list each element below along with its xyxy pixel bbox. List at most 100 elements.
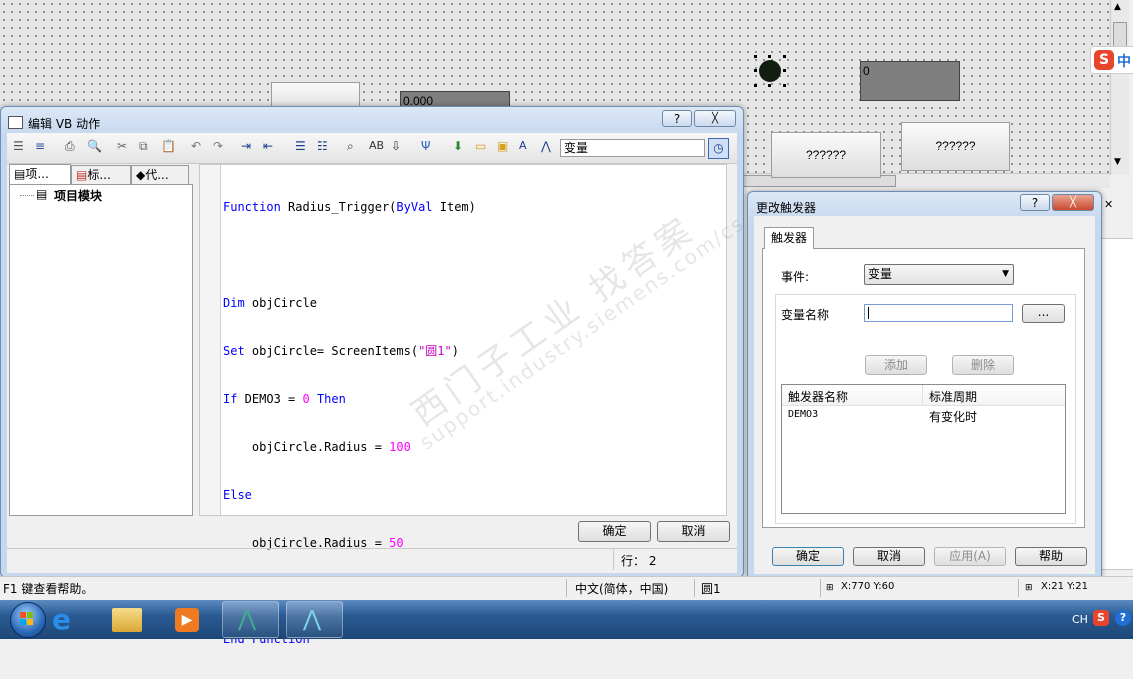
scroll-up-arrow-icon[interactable]: ▲ bbox=[1114, 2, 1121, 12]
help-button[interactable]: ? bbox=[662, 110, 692, 127]
code-editor[interactable]: Function Radius_Trigger(ByVal Item) Dim … bbox=[199, 164, 727, 646]
tag-combo[interactable]: 变量 bbox=[560, 139, 705, 157]
tab-code[interactable]: ◆代... bbox=[131, 165, 189, 184]
code-line-3: Dim objCircle bbox=[223, 296, 317, 310]
panel-close-icon[interactable]: ✕ bbox=[1104, 198, 1113, 211]
trigger-cancel-button[interactable]: 取消 bbox=[853, 547, 925, 566]
taskbar: e ▶ ⋀ ⋀ CH S ? bbox=[0, 600, 1133, 639]
status-position: X:770 Y:60 bbox=[841, 581, 895, 592]
chevron-down-icon: ▼ bbox=[1002, 269, 1009, 279]
outdent-icon[interactable]: ⇤ bbox=[263, 139, 279, 155]
taskbar-wincc-explorer[interactable]: ⋀ bbox=[222, 601, 279, 638]
replace-icon[interactable]: AB bbox=[369, 139, 385, 155]
cell-cycle: 有变化时 bbox=[929, 410, 978, 424]
wincc-icon: ⋀ bbox=[238, 607, 257, 632]
tray-sogou-icon[interactable]: S bbox=[1093, 610, 1109, 626]
col-trigger-name[interactable]: 触发器名称 bbox=[788, 388, 848, 405]
taskbar-graphics-designer[interactable]: ⋀ bbox=[286, 601, 343, 638]
app-status-bar: F1 键查看帮助。 中文(简体，中国) 圆1 ⊞ X:770 Y:60 ⊞ X:… bbox=[0, 576, 1133, 601]
tab-trigger[interactable]: 触发器 bbox=[764, 227, 814, 249]
vb-cancel-button[interactable]: 取消 bbox=[657, 521, 730, 542]
tab-project-label: 项... bbox=[25, 167, 49, 181]
var-name-label: 变量名称 bbox=[781, 308, 830, 322]
hmi-button-3[interactable]: ?????? bbox=[901, 122, 1010, 171]
indent-icon[interactable]: ⇥ bbox=[241, 139, 257, 155]
window-icon bbox=[8, 116, 23, 129]
module-tree[interactable]: ▤ 项目模块 bbox=[9, 184, 193, 516]
module-icon: ▤ bbox=[36, 187, 48, 201]
add-trigger-button[interactable]: 添加 bbox=[865, 355, 927, 375]
trigger-help-button[interactable]: ? bbox=[1020, 194, 1050, 211]
copy-icon[interactable]: ⧉ bbox=[139, 139, 155, 155]
paste-icon[interactable]: 📋 bbox=[161, 139, 177, 155]
vb-toolbar: ☰ ≡ ⎙ 🔍 ✂ ⧉ 📋 ↶ ↷ ⇥ ⇤ ☰ ☷ ⌕ AB ⇩ Ψ ⬇ ▭ ▣… bbox=[7, 133, 737, 164]
table-header: 触发器名称 标准周期 bbox=[782, 385, 1065, 406]
tray-help-icon[interactable]: ? bbox=[1115, 610, 1131, 626]
redo-icon[interactable]: ↷ bbox=[213, 139, 229, 155]
syntax-check-icon[interactable]: Ψ bbox=[421, 139, 437, 155]
export-icon[interactable]: ▣ bbox=[497, 139, 513, 155]
io-field-2[interactable]: 0 bbox=[860, 61, 960, 101]
format-icon[interactable]: ≡ bbox=[35, 139, 51, 155]
status-selected-object: 圆1 bbox=[701, 582, 721, 596]
size-icon: ⊞ bbox=[1025, 583, 1033, 593]
trigger-clock-icon[interactable]: ◷ bbox=[708, 138, 729, 159]
col-standard-cycle[interactable]: 标准周期 bbox=[929, 388, 977, 405]
font-icon[interactable]: A bbox=[519, 139, 535, 155]
close-button[interactable]: ╳ bbox=[694, 110, 736, 127]
folder-icon[interactable]: ▭ bbox=[475, 139, 491, 155]
event-label: 事件: bbox=[781, 270, 810, 284]
code-line-1: Function Radius_Trigger(ByVal Item) bbox=[223, 200, 476, 214]
browse-tag-button[interactable]: ... bbox=[1022, 304, 1065, 323]
trigger-apply-button[interactable]: 应用(A) bbox=[934, 547, 1006, 566]
tray-language[interactable]: CH bbox=[1072, 613, 1088, 626]
text-cursor bbox=[868, 307, 869, 319]
uncomment-icon[interactable]: ☷ bbox=[317, 139, 333, 155]
vb-ok-button[interactable]: 确定 bbox=[578, 521, 651, 542]
graphics-designer-icon: ⋀ bbox=[303, 607, 322, 632]
import-icon[interactable]: ⬇ bbox=[453, 139, 469, 155]
internet-explorer-icon[interactable]: e bbox=[52, 605, 82, 635]
scroll-down-arrow-icon[interactable]: ▼ bbox=[1114, 157, 1121, 167]
explorer-folder-icon[interactable] bbox=[112, 608, 142, 632]
line-number-status: 行： 2 bbox=[621, 554, 657, 568]
delete-trigger-button[interactable]: 删除 bbox=[952, 355, 1014, 375]
tab-code-label: 代... bbox=[145, 168, 169, 182]
trigger-help-button-bottom[interactable]: 帮助 bbox=[1015, 547, 1087, 566]
position-icon: ⊞ bbox=[826, 583, 834, 593]
code-line-4: Set objCircle= ScreenItems("圆1") bbox=[223, 344, 459, 358]
status-language: 中文(简体，中国) bbox=[575, 582, 669, 596]
cut-icon[interactable]: ✂ bbox=[117, 139, 133, 155]
trigger-table[interactable]: 触发器名称 标准周期 DEMO3 有变化时 bbox=[781, 384, 1066, 514]
table-row[interactable]: DEMO3 有变化时 bbox=[782, 407, 1065, 425]
tag-select-icon[interactable]: ⋀ bbox=[541, 139, 557, 155]
hmi-button-2[interactable]: ?????? bbox=[771, 132, 881, 178]
media-player-icon[interactable]: ▶ bbox=[175, 608, 199, 632]
print-preview-icon[interactable]: 🔍 bbox=[87, 139, 103, 155]
ime-mode-label[interactable]: 中 bbox=[1117, 51, 1131, 71]
undo-icon[interactable]: ↶ bbox=[191, 139, 207, 155]
trigger-group: 变量名称 ... 添加 删除 触发器名称 标准周期 DEMO3 有变化时 bbox=[775, 294, 1076, 524]
circle-object[interactable] bbox=[754, 55, 786, 87]
comment-icon[interactable]: ☰ bbox=[295, 139, 311, 155]
goto-icon[interactable]: ⇩ bbox=[391, 139, 407, 155]
tab-standard[interactable]: ▤标... bbox=[71, 165, 131, 184]
start-orb-icon[interactable] bbox=[6, 602, 50, 638]
event-select[interactable]: 变量 ▼ bbox=[864, 264, 1014, 285]
find-icon[interactable]: ⌕ bbox=[347, 139, 363, 155]
align-left-icon[interactable]: ☰ bbox=[13, 139, 29, 155]
tab-project[interactable]: ▤项... bbox=[9, 164, 71, 184]
canvas-vertical-scrollbar[interactable]: ▲ ▼ bbox=[1110, 0, 1129, 175]
trigger-ok-button[interactable]: 确定 bbox=[772, 547, 844, 566]
ime-toolbar[interactable]: S 中 bbox=[1090, 46, 1133, 74]
var-name-input[interactable] bbox=[864, 304, 1013, 322]
print-icon[interactable]: ⎙ bbox=[65, 139, 81, 155]
tab-standard-label: 标... bbox=[87, 168, 111, 182]
status-help-text: F1 键查看帮助。 bbox=[3, 582, 94, 596]
vb-editor-title: 编辑 VB 动作 bbox=[28, 117, 101, 131]
module-browser: ▤项... ▤标... ◆代... ▤ 项目模块 bbox=[9, 164, 193, 516]
tree-item-project-module[interactable]: 项目模块 bbox=[54, 187, 102, 204]
trigger-close-button[interactable]: ╳ bbox=[1052, 194, 1094, 211]
trigger-tab-panel: 事件: 变量 ▼ 变量名称 ... 添加 删除 触发器名称 标准周期 DEMO3… bbox=[762, 248, 1085, 528]
